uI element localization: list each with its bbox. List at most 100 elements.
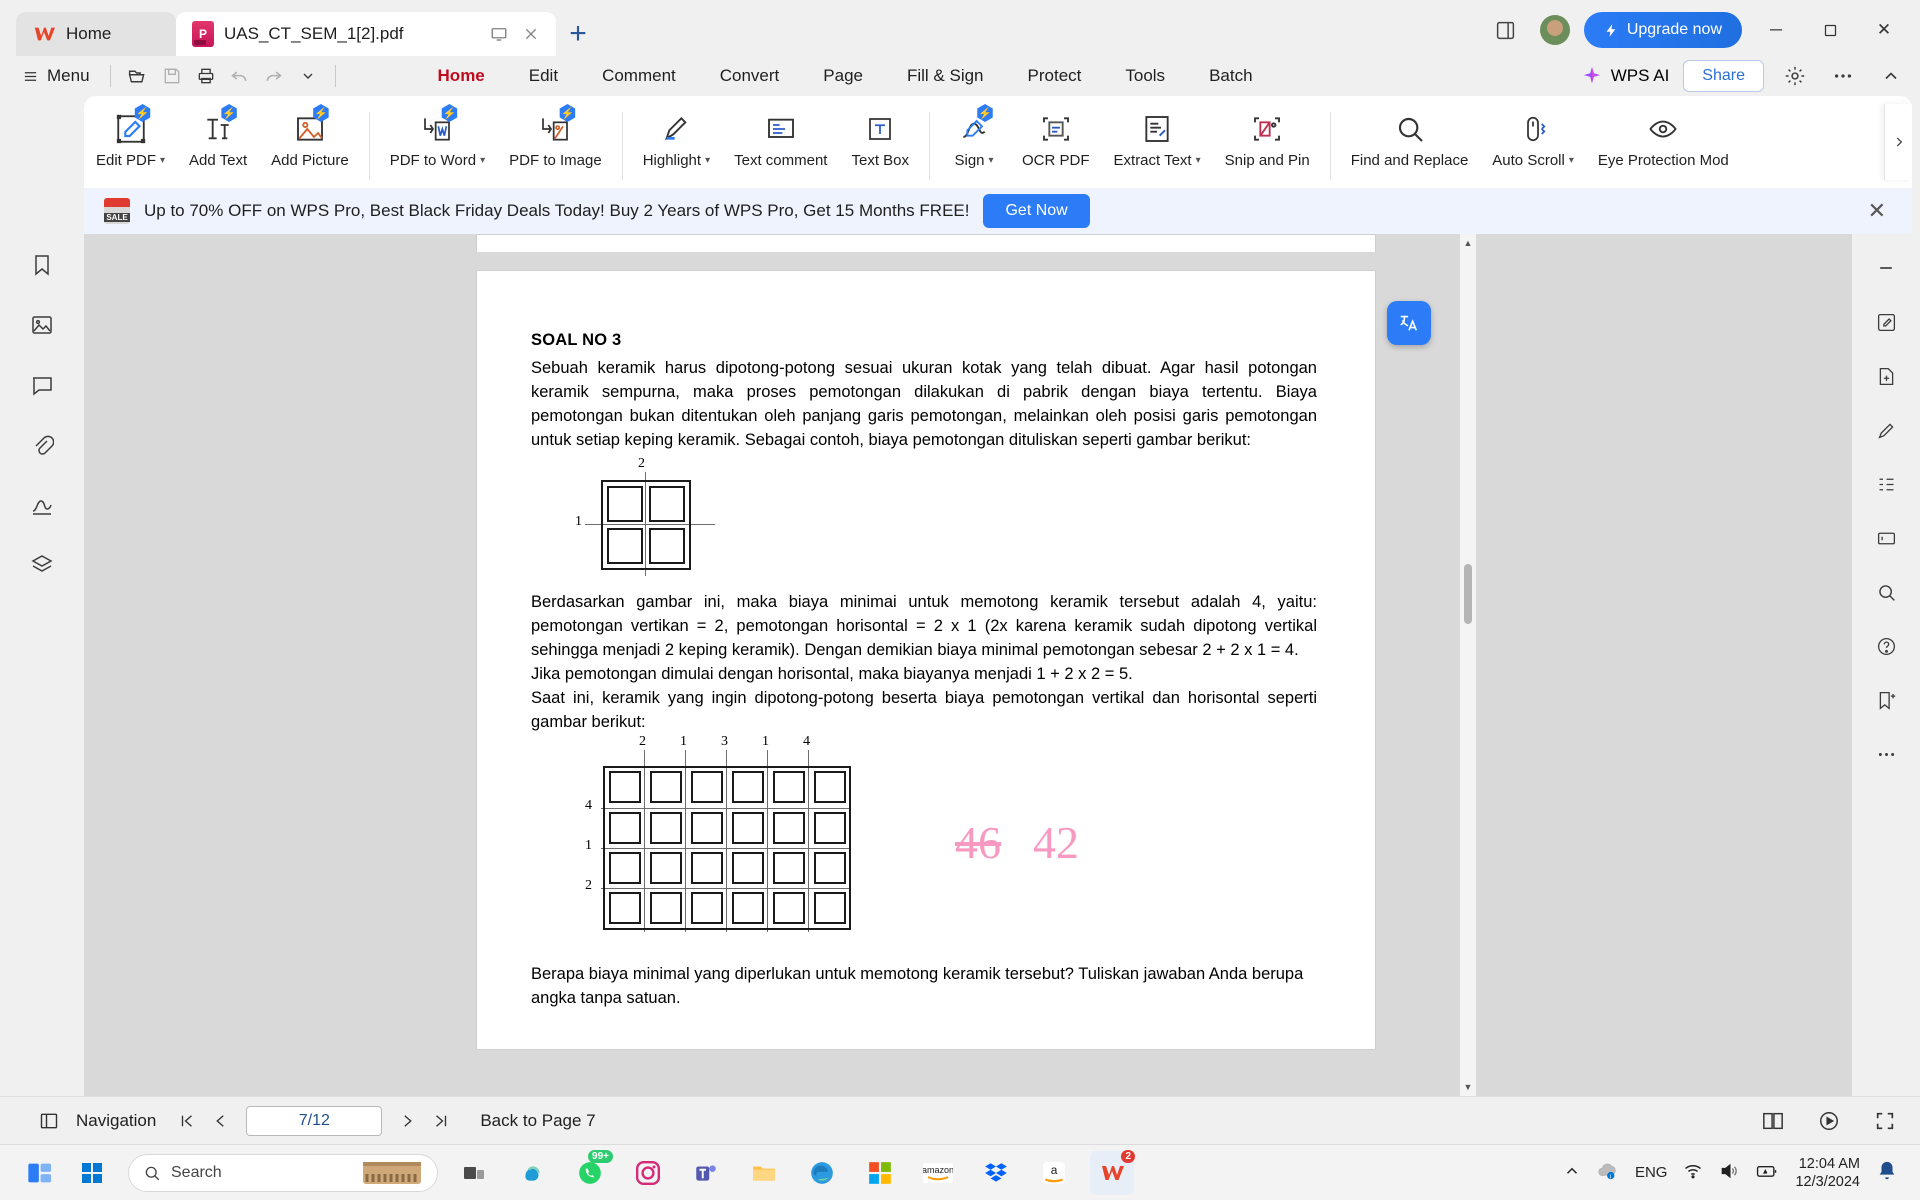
signature-icon[interactable] xyxy=(22,488,62,522)
scrollbar-thumb[interactable] xyxy=(1464,564,1472,624)
ribbon-tab-fill-and-sign[interactable]: Fill & Sign xyxy=(885,60,1006,92)
open-folder-icon[interactable] xyxy=(121,61,155,91)
ribbon-tab-comment[interactable]: Comment xyxy=(580,60,698,92)
microsoft-store-icon[interactable] xyxy=(858,1151,902,1195)
maximize-button[interactable] xyxy=(1810,14,1850,46)
language-indicator[interactable]: ENG xyxy=(1635,1164,1668,1181)
annotate-icon[interactable] xyxy=(1866,414,1906,446)
new-tab-button[interactable]: + xyxy=(556,12,600,56)
tool-auto-scroll[interactable]: Auto Scroll ▾ xyxy=(1480,104,1586,173)
help-icon[interactable] xyxy=(1866,630,1906,662)
form-icon[interactable] xyxy=(1866,522,1906,554)
teams-icon[interactable] xyxy=(684,1151,728,1195)
present-mode-icon[interactable] xyxy=(488,23,510,45)
search-input[interactable]: Search xyxy=(128,1153,438,1192)
attachment-icon[interactable] xyxy=(22,428,62,462)
tab-document[interactable]: P UAS_CT_SEM_1[2].pdf xyxy=(176,12,556,56)
ellipsis-icon[interactable] xyxy=(1826,61,1860,91)
tool-add-text[interactable]: ⚡ Add Text xyxy=(177,104,259,173)
tool-snip-and-pin[interactable]: Snip and Pin xyxy=(1213,104,1322,173)
bookmark-icon[interactable] xyxy=(22,248,62,282)
clock[interactable]: 12:04 AM 12/3/2024 xyxy=(1795,1155,1860,1191)
edge-icon[interactable] xyxy=(800,1151,844,1195)
tool-add-picture[interactable]: ⚡ Add Picture xyxy=(259,104,361,173)
last-page-button[interactable] xyxy=(424,1106,458,1136)
page-number-input[interactable]: 7/12 xyxy=(246,1105,383,1136)
instagram-icon[interactable] xyxy=(626,1151,670,1195)
upgrade-now-button[interactable]: Upgrade now xyxy=(1583,12,1742,48)
scroll-down-arrow[interactable]: ▼ xyxy=(1460,1078,1476,1096)
wifi-icon[interactable] xyxy=(1683,1161,1703,1185)
ribbon-tab-home[interactable]: Home xyxy=(416,60,507,101)
tool-highlight[interactable]: Highlight ▾ xyxy=(631,104,722,173)
tool-eye-protection-mode[interactable]: Eye Protection Mod xyxy=(1586,104,1741,173)
whatsapp-icon[interactable]: 99+ xyxy=(568,1149,613,1195)
minimize-button[interactable]: ─ xyxy=(1756,14,1796,46)
ribbon-tab-batch[interactable]: Batch xyxy=(1187,60,1274,92)
menu-button[interactable]: Menu xyxy=(12,62,100,90)
next-page-button[interactable] xyxy=(390,1106,424,1136)
close-icon[interactable]: ✕ xyxy=(1862,198,1892,224)
amazon-shopping-icon[interactable]: a xyxy=(1032,1151,1076,1195)
share-button[interactable]: Share xyxy=(1683,60,1764,92)
tab-close-icon[interactable] xyxy=(520,23,542,45)
comment-icon[interactable] xyxy=(22,368,62,402)
tool-text-comment[interactable]: Text comment xyxy=(722,104,839,173)
onedrive-icon[interactable]: i xyxy=(1597,1160,1619,1186)
export-icon[interactable] xyxy=(1866,360,1906,392)
bookmark-add-icon[interactable] xyxy=(1866,684,1906,716)
dropbox-icon[interactable] xyxy=(974,1151,1018,1195)
file-explorer-icon[interactable] xyxy=(742,1151,786,1195)
ribbon-tab-edit[interactable]: Edit xyxy=(507,60,580,92)
bell-icon[interactable] xyxy=(1876,1160,1898,1186)
tool-pdf-to-image[interactable]: ⚡ PDF to Image xyxy=(497,104,614,173)
presentation-icon[interactable] xyxy=(1812,1106,1846,1136)
navigation-button[interactable]: Navigation xyxy=(18,1106,170,1136)
tool-text-box[interactable]: Text Box xyxy=(839,104,921,173)
ribbon-tab-convert[interactable]: Convert xyxy=(698,60,802,92)
ribbon-tab-tools[interactable]: Tools xyxy=(1103,60,1187,92)
wps-office-icon[interactable]: 2 xyxy=(1090,1149,1135,1195)
ribbon-tab-protect[interactable]: Protect xyxy=(1006,60,1104,92)
tool-find-and-replace[interactable]: Find and Replace xyxy=(1339,104,1481,173)
tool-ocr-pdf[interactable]: OCR PDF xyxy=(1010,104,1102,173)
pdf-viewer[interactable]: SOAL NO 3 Sebuah keramik harus dipotong-… xyxy=(0,234,1852,1096)
vertical-scrollbar[interactable]: ▲ ▼ xyxy=(1460,234,1476,1096)
quick-access-chevron-icon[interactable] xyxy=(291,61,325,91)
taskbar-left-widget[interactable] xyxy=(10,1159,70,1187)
fullscreen-icon[interactable] xyxy=(1868,1106,1902,1136)
more-icon[interactable] xyxy=(1866,738,1906,770)
redo-icon[interactable] xyxy=(257,61,291,91)
wps-ai-button[interactable]: WPS AI xyxy=(1581,65,1669,87)
minimize-panel-icon[interactable] xyxy=(1866,252,1906,284)
save-icon[interactable] xyxy=(155,61,189,91)
undo-icon[interactable] xyxy=(223,61,257,91)
search-icon[interactable] xyxy=(1866,576,1906,608)
ribbon-tab-page[interactable]: Page xyxy=(801,60,885,92)
back-to-page-link[interactable]: Back to Page 7 xyxy=(480,1111,595,1131)
collapse-ribbon-icon[interactable] xyxy=(1874,61,1908,91)
page-layout-icon[interactable] xyxy=(1756,1106,1790,1136)
tool-extract-text[interactable]: Extract Text ▾ xyxy=(1102,104,1213,173)
copilot-icon[interactable] xyxy=(510,1151,554,1195)
chevron-up-icon[interactable] xyxy=(1563,1162,1581,1184)
get-now-button[interactable]: Get Now xyxy=(983,194,1090,228)
volume-icon[interactable] xyxy=(1719,1161,1739,1185)
windows-start-icon[interactable] xyxy=(70,1151,114,1195)
prev-page-button[interactable] xyxy=(204,1106,238,1136)
first-page-button[interactable] xyxy=(170,1106,204,1136)
expand-ribbon-button[interactable] xyxy=(1884,104,1912,180)
close-button[interactable]: ✕ xyxy=(1864,14,1904,46)
battery-icon[interactable] xyxy=(1755,1161,1779,1185)
tab-home[interactable]: Home xyxy=(16,12,176,56)
tool-pdf-to-word[interactable]: ⚡ PDF to Word ▾ xyxy=(378,104,497,173)
taskview-icon[interactable] xyxy=(452,1151,496,1195)
split-view-icon[interactable] xyxy=(1486,14,1526,46)
tool-sign[interactable]: ⚡ Sign ▾ xyxy=(938,104,1010,173)
user-avatar[interactable] xyxy=(1539,15,1570,45)
layers-icon[interactable] xyxy=(22,548,62,582)
translate-icon[interactable] xyxy=(1387,301,1431,345)
thumbnail-icon[interactable] xyxy=(22,308,62,342)
tool-edit-pdf[interactable]: ⚡ Edit PDF ▾ xyxy=(84,104,177,173)
scroll-up-arrow[interactable]: ▲ xyxy=(1460,234,1476,252)
